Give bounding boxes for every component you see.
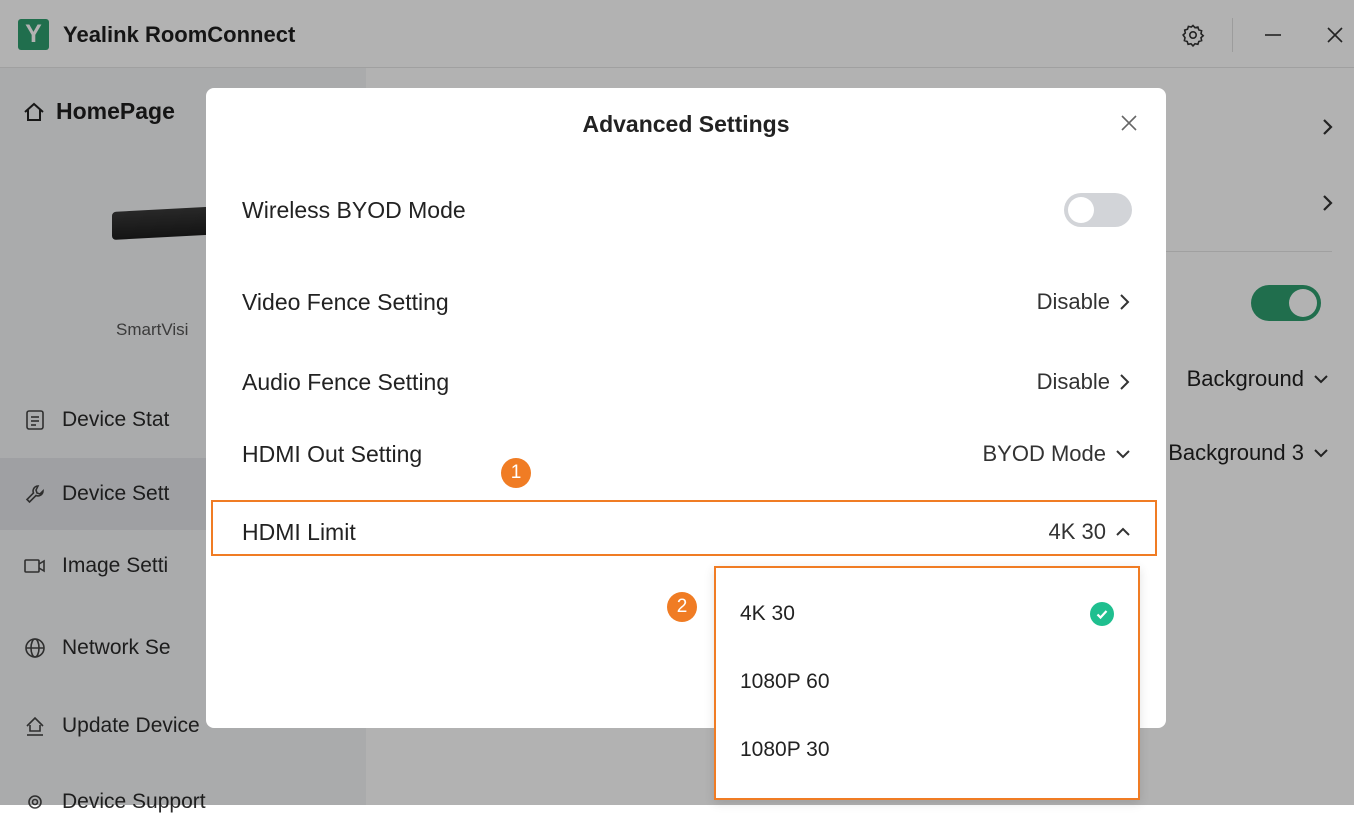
video-fence-value: Disable — [1036, 289, 1110, 314]
chevron-down-icon — [1116, 450, 1130, 459]
option-label: 4K 30 — [740, 602, 795, 625]
chevron-right-icon — [1120, 374, 1130, 390]
hdmi-out-row: HDMI Out Setting BYOD Mode — [242, 434, 1132, 474]
dropdown-option-1080p-60[interactable]: 1080P 60 — [740, 664, 1114, 700]
wireless-byod-toggle[interactable] — [1064, 193, 1132, 227]
video-fence-value-wrap: Disable — [1037, 289, 1132, 315]
chevron-right-icon — [1120, 294, 1130, 310]
dialog-title: Advanced Settings — [582, 111, 790, 137]
hdmi-limit-highlight — [211, 500, 1157, 556]
audio-fence-label: Audio Fence Setting — [242, 368, 450, 395]
video-fence-label: Video Fence Setting — [242, 288, 449, 315]
hdmi-out-label: HDMI Out Setting — [242, 440, 423, 467]
video-fence-row[interactable]: Video Fence Setting Disable — [242, 282, 1132, 322]
audio-fence-value: Disable — [1036, 369, 1110, 394]
hdmi-out-select[interactable]: BYOD Mode — [983, 441, 1133, 467]
option-label: 1080P 30 — [740, 738, 830, 761]
audio-fence-value-wrap: Disable — [1037, 369, 1132, 395]
step-badge-2: 2 — [667, 592, 697, 622]
audio-fence-row[interactable]: Audio Fence Setting Disable — [242, 362, 1132, 402]
option-label: 1080P 60 — [740, 670, 830, 693]
close-icon[interactable] — [1118, 112, 1140, 134]
check-icon — [1090, 602, 1114, 626]
hdmi-out-value: BYOD Mode — [982, 441, 1107, 466]
wireless-byod-label: Wireless BYOD Mode — [242, 196, 466, 223]
step-badge-1: 1 — [501, 458, 531, 488]
dropdown-option-4k-30[interactable]: 4K 30 — [740, 596, 1114, 632]
dropdown-option-1080p-30[interactable]: 1080P 30 — [740, 732, 1114, 768]
hdmi-limit-dropdown: 4K 30 1080P 60 1080P 30 — [714, 566, 1140, 800]
wireless-byod-row: Wireless BYOD Mode — [242, 190, 1132, 230]
